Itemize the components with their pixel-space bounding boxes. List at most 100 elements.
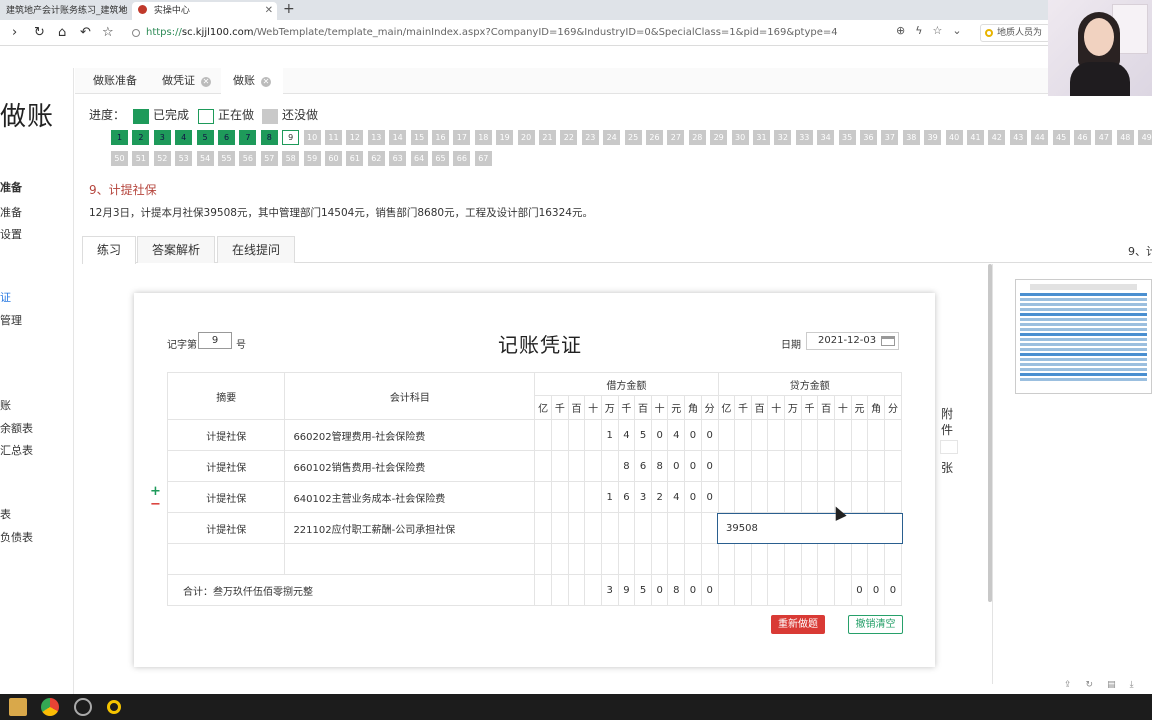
summary-cell[interactable] [166,543,286,575]
progress-cell-36[interactable]: 36 [860,130,877,145]
amount-digit[interactable] [551,543,569,575]
progress-cell-35[interactable]: 35 [838,130,856,145]
amount-digit[interactable] [584,543,602,575]
progress-cell-57[interactable]: 57 [260,151,278,166]
progress-cell-66[interactable]: 66 [453,151,471,166]
progress-cell-2[interactable]: 2 [132,130,150,145]
progress-cell-53[interactable]: 53 [175,151,193,166]
progress-cell-51[interactable]: 51 [132,151,150,166]
amount-digit[interactable] [667,543,686,575]
progress-cell-37[interactable]: 37 [881,130,899,145]
amount-digit[interactable] [567,543,586,575]
credit-digit[interactable] [750,450,769,482]
sidebar-item-ledger[interactable]: 账 [0,397,11,413]
sidebar-item-prep-header[interactable]: 准备 [0,179,22,195]
amount-digit[interactable] [700,543,719,575]
debit-digit[interactable] [584,481,602,513]
app-icon[interactable] [107,700,121,714]
credit-digit[interactable] [883,450,903,482]
date-input[interactable]: 2021-12-03 [806,332,899,350]
debit-digit[interactable]: 6 [617,481,636,513]
debit-digit[interactable]: 0 [667,450,686,482]
progress-cell-12[interactable]: 12 [346,130,364,145]
subject-cell[interactable]: 660102销售费用-社会保险费 [284,450,536,482]
credit-digit[interactable] [867,450,885,482]
amount-digit[interactable] [734,543,752,575]
progress-cell-55[interactable]: 55 [218,151,235,166]
progress-cell-45[interactable]: 45 [1052,130,1070,145]
voucher-number-input[interactable]: 9 [198,332,232,349]
browser-tab-1[interactable]: 建筑地产会计账务练习_建筑地 ✕ [0,2,130,20]
sidebar-item-balance[interactable]: 余额表 [0,420,33,436]
debit-digit[interactable] [551,481,569,513]
browser-icon[interactable] [74,698,92,716]
debit-digit[interactable] [634,512,652,544]
sidebar-item-voucher[interactable]: 证 [0,289,11,305]
progress-cell-67[interactable]: 67 [474,151,492,166]
amount-digit[interactable] [600,543,619,575]
file-explorer-icon[interactable] [9,698,27,716]
credit-digit[interactable] [767,481,786,513]
progress-cell-26[interactable]: 26 [646,130,663,145]
progress-cell-65[interactable]: 65 [432,151,449,166]
progress-cell-9[interactable]: 9 [282,130,300,145]
progress-cell-62[interactable]: 62 [367,151,385,166]
debit-digit[interactable]: 0 [684,450,702,482]
debit-digit[interactable]: 0 [684,481,702,513]
progress-cell-39[interactable]: 39 [924,130,942,145]
progress-cell-33[interactable]: 33 [795,130,813,145]
amount-digit[interactable] [883,543,903,575]
credit-digit[interactable] [767,419,786,451]
credit-digit[interactable] [817,450,835,482]
amount-digit[interactable] [634,543,652,575]
progress-cell-46[interactable]: 46 [1074,130,1091,145]
subject-cell[interactable]: 660202管理费用-社会保险费 [284,419,536,451]
sidebar-item-report[interactable]: 表 [0,506,11,522]
credit-digit[interactable] [734,450,752,482]
progress-cell-7[interactable]: 7 [239,130,257,145]
extension-search[interactable]: 地质人员为 [980,24,1050,42]
tab-answer[interactable]: 答案解析 [137,236,216,263]
amount-digit[interactable] [767,543,786,575]
progress-cell-64[interactable]: 64 [410,151,428,166]
download-icon[interactable]: ⤓ [1130,680,1148,690]
amount-digit[interactable] [534,543,552,575]
progress-cell-30[interactable]: 30 [731,130,749,145]
undo-icon[interactable]: ↶ [80,25,91,40]
progress-cell-19[interactable]: 19 [496,130,514,145]
debit-digit[interactable]: 6 [634,450,652,482]
progress-cell-56[interactable]: 56 [239,151,257,166]
clear-button[interactable]: 撤销清空 [848,615,903,634]
debit-digit[interactable]: 4 [667,419,686,451]
debit-digit[interactable]: 3 [634,481,652,513]
credit-digit[interactable] [734,419,752,451]
chrome-icon[interactable] [41,698,59,716]
debit-digit[interactable] [684,512,702,544]
bookmark-star-icon[interactable]: ☆ [932,24,952,37]
summary-cell[interactable]: 计提社保 [166,450,286,482]
debit-digit[interactable]: 4 [617,419,636,451]
amount-digit[interactable] [750,543,769,575]
debit-digit[interactable]: 1 [600,481,619,513]
credit-digit[interactable] [767,450,786,482]
amount-digit[interactable] [717,543,736,575]
credit-digit[interactable] [717,419,736,451]
debit-digit[interactable] [567,481,586,513]
summary-cell[interactable]: 计提社保 [166,512,286,544]
progress-cell-34[interactable]: 34 [817,130,835,145]
credit-digit[interactable] [784,419,802,451]
subject-cell[interactable]: 640102主营业务成本-社会保险费 [284,481,536,513]
credit-digit[interactable] [834,419,852,451]
share-icon[interactable]: ⇪ [1064,680,1086,690]
progress-cell-31[interactable]: 31 [753,130,770,145]
zoom-icon[interactable]: ⊕ [896,24,915,37]
new-tab-icon[interactable]: + [283,1,295,17]
debit-digit[interactable] [650,512,669,544]
progress-cell-49[interactable]: 49 [1138,130,1152,145]
lightning-icon[interactable]: ϟ [915,24,932,37]
debit-digit[interactable]: 0 [700,450,719,482]
progress-cell-50[interactable]: 50 [111,151,128,166]
remove-row-button[interactable]: − [150,497,161,512]
sidebar-item-balance-sheet[interactable]: 负债表 [0,529,33,545]
debit-digit[interactable]: 0 [700,481,719,513]
